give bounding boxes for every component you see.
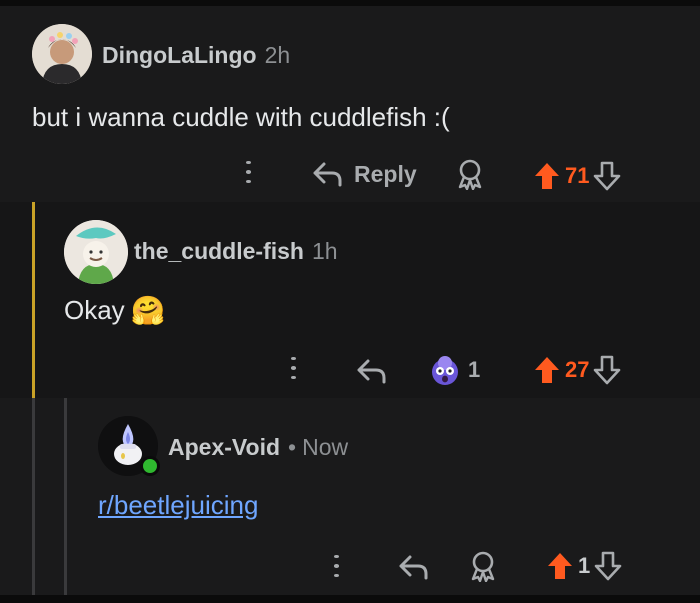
reply-icon[interactable] [356, 354, 388, 388]
timestamp: 2h [264, 42, 291, 68]
comment-body: Okay 🤗 [64, 294, 166, 327]
upvote-icon[interactable] [546, 551, 574, 581]
subreddit-link[interactable]: r/beetlejuicing [98, 490, 258, 520]
comment-body: r/beetlejuicing [98, 490, 258, 521]
score: 1 [578, 553, 591, 578]
award-icon[interactable] [455, 158, 485, 190]
avatar[interactable] [64, 220, 128, 284]
downvote-icon[interactable] [593, 355, 621, 385]
comment-body: but i wanna cuddle with cuddlefish :( [32, 102, 450, 132]
author-name[interactable]: Apex-Void [168, 434, 280, 461]
award-count: 1 [468, 357, 481, 382]
downvote-icon[interactable] [593, 161, 621, 191]
upvote-icon[interactable] [533, 161, 561, 191]
comment-2: the_cuddle-fish 1h Okay 🤗 1 27 [0, 202, 700, 398]
thread-line[interactable] [32, 398, 35, 595]
reply-icon[interactable] [398, 550, 430, 584]
avatar[interactable] [32, 24, 92, 84]
vote-controls: 71 [533, 160, 621, 192]
award-display[interactable]: 1 [428, 352, 480, 388]
award-icon[interactable] [468, 550, 498, 582]
score: 27 [565, 357, 590, 382]
hugging-emoji: 🤗 [130, 295, 166, 326]
mind-blown-award-icon [428, 353, 462, 387]
reply-icon [312, 160, 344, 188]
comment-1: DingoLaLingo 2h but i wanna cuddle with … [0, 6, 700, 202]
more-icon[interactable] [288, 354, 298, 382]
vote-controls: 27 [533, 354, 621, 386]
online-status-icon [140, 456, 160, 476]
downvote-icon[interactable] [594, 551, 622, 581]
thread-line[interactable] [64, 398, 67, 595]
timestamp: 1h [311, 238, 338, 264]
separator-dot: • [288, 434, 297, 460]
upvote-icon[interactable] [533, 355, 561, 385]
more-icon[interactable] [331, 552, 341, 580]
more-icon[interactable] [243, 158, 253, 186]
author-name[interactable]: DingoLaLingo [102, 42, 257, 69]
comment-text: Okay [64, 295, 125, 325]
comment-3: Apex-Void • Now r/beetlejuicing 1 [0, 398, 700, 595]
author-name[interactable]: the_cuddle-fish [134, 238, 304, 265]
vote-controls: 1 [546, 550, 622, 582]
reply-label: Reply [354, 160, 417, 187]
reply-button[interactable]: Reply [312, 156, 417, 192]
thread-line[interactable] [32, 202, 35, 398]
timestamp: Now [302, 434, 349, 460]
score: 71 [565, 163, 590, 188]
